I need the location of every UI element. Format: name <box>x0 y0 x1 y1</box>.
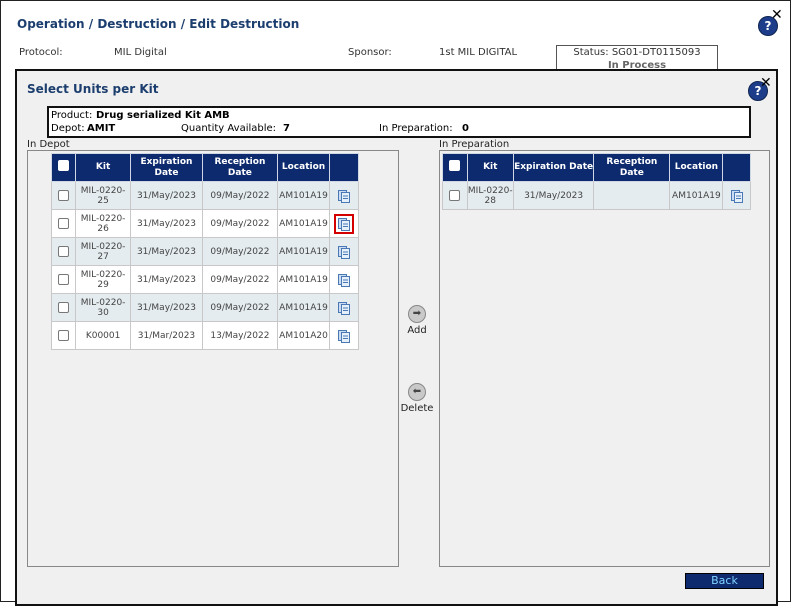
location-cell: AM101A19 <box>276 209 331 238</box>
expiration-cell: 31/Mar/2023 <box>129 321 204 350</box>
details-cell <box>329 321 359 350</box>
col-location-right[interactable]: Location <box>669 153 724 182</box>
row-checkbox[interactable] <box>50 237 77 266</box>
arrow-left-icon: ⬅ <box>408 383 426 401</box>
sponsor-label: Sponsor: <box>348 47 392 58</box>
sponsor-value: 1st MIL DIGITAL <box>439 47 518 58</box>
location-cell: AM101A19 <box>669 181 724 210</box>
copy-details-icon[interactable] <box>334 213 355 234</box>
arrow-right-icon: ➡ <box>408 305 426 323</box>
details-cell <box>329 265 359 294</box>
copy-details-icon[interactable] <box>337 245 351 259</box>
in-depot-table: Kit Expiration Date Reception Date Locat… <box>50 153 359 350</box>
col-expiration-date[interactable]: Expiration Date <box>129 153 204 182</box>
location-cell: AM101A20 <box>276 321 331 350</box>
close-icon[interactable]: ✕ <box>771 7 783 23</box>
kit-cell: MIL-0220-29 <box>75 265 131 294</box>
location-cell: AM101A19 <box>276 181 331 210</box>
col-actions-right <box>722 153 751 182</box>
back-button[interactable]: Back <box>685 573 764 589</box>
reception-cell: 09/May/2022 <box>202 237 278 266</box>
reception-cell <box>593 181 671 210</box>
page-title: Operation / Destruction / Edit Destructi… <box>17 17 300 31</box>
quantity-label: Quantity Available: <box>181 123 277 134</box>
col-reception-date[interactable]: Reception Date <box>202 153 278 182</box>
in-preparation-table: Kit Expiration Date Reception Date Locat… <box>442 153 751 210</box>
col-expiration-date-right[interactable]: Expiration Date <box>512 153 595 182</box>
protocol-label: Protocol: <box>19 47 63 58</box>
table-row: K00001 31/Mar/2023 13/May/2022 AM101A20 <box>50 321 359 350</box>
protocol-value: MIL Digital <box>114 47 167 58</box>
select-all-checkbox[interactable] <box>50 153 77 182</box>
expiration-cell: 31/May/2023 <box>129 181 204 210</box>
kit-cell: MIL-0220-30 <box>75 293 131 322</box>
kit-cell: MIL-0220-28 <box>466 181 514 210</box>
depot-label: Depot: <box>51 123 85 134</box>
product-info-box: Product: Drug serialized Kit AMB Depot: … <box>47 106 751 138</box>
kit-cell: MIL-0220-26 <box>75 209 131 238</box>
row-checkbox[interactable] <box>442 181 468 210</box>
modal-title: Select Units per Kit <box>27 82 159 96</box>
expiration-cell: 31/May/2023 <box>129 265 204 294</box>
depot-value: AMIT <box>87 123 116 134</box>
in-preparation-value: 0 <box>462 123 469 134</box>
expiration-cell: 31/May/2023 <box>129 293 204 322</box>
location-cell: AM101A19 <box>276 265 331 294</box>
row-checkbox[interactable] <box>50 293 77 322</box>
in-preparation-label: In Preparation: <box>379 123 453 134</box>
product-label: Product: <box>51 110 93 121</box>
reception-cell: 09/May/2022 <box>202 209 278 238</box>
location-cell: AM101A19 <box>276 237 331 266</box>
quantity-value: 7 <box>283 123 290 134</box>
in-preparation-panel-label: In Preparation <box>439 139 510 150</box>
table-row: MIL-0220-26 31/May/2023 09/May/2022 AM101A1… <box>50 209 359 238</box>
reception-cell: 09/May/2022 <box>202 181 278 210</box>
details-cell <box>329 181 359 210</box>
kit-cell: MIL-0220-27 <box>75 237 131 266</box>
col-actions <box>329 153 359 182</box>
in-preparation-panel <box>439 150 770 567</box>
details-cell <box>329 237 359 266</box>
reception-cell: 09/May/2022 <box>202 293 278 322</box>
select-all-checkbox-right[interactable] <box>442 153 468 182</box>
copy-details-icon[interactable] <box>337 273 351 287</box>
in-depot-label: In Depot <box>27 139 70 150</box>
row-checkbox[interactable] <box>50 265 77 294</box>
table-row: MIL-0220-30 31/May/2023 09/May/2022 AM101A1… <box>50 293 359 322</box>
row-checkbox[interactable] <box>50 321 77 350</box>
select-units-modal: Select Units per Kit ? ✕ Product: Drug s… <box>15 69 778 606</box>
col-reception-date-right[interactable]: Reception Date <box>593 153 671 182</box>
delete-label: Delete <box>400 403 434 414</box>
add-label: Add <box>407 325 427 336</box>
row-checkbox[interactable] <box>50 209 77 238</box>
delete-button[interactable]: ⬅ Delete <box>397 383 437 414</box>
table-row: MIL-0220-28 31/May/2023 AM101A19 <box>442 181 751 210</box>
details-cell <box>329 293 359 322</box>
col-kit-right[interactable]: Kit <box>466 153 514 182</box>
product-value: Drug serialized Kit AMB <box>96 110 230 121</box>
details-cell <box>722 181 751 210</box>
table-row: MIL-0220-25 31/May/2023 09/May/2022 AM101A1… <box>50 181 359 210</box>
reception-cell: 13/May/2022 <box>202 321 278 350</box>
status-line-1: Status: SG01-DT0115093 <box>573 47 701 58</box>
details-cell <box>329 209 359 238</box>
copy-details-icon[interactable] <box>337 329 351 343</box>
table-row: MIL-0220-29 31/May/2023 09/May/2022 AM101A1… <box>50 265 359 294</box>
row-checkbox[interactable] <box>50 181 77 210</box>
col-kit[interactable]: Kit <box>75 153 131 182</box>
add-button[interactable]: ➡ Add <box>397 305 437 336</box>
reception-cell: 09/May/2022 <box>202 265 278 294</box>
copy-details-icon[interactable] <box>730 189 744 203</box>
copy-details-icon[interactable] <box>337 189 351 203</box>
kit-cell: K00001 <box>75 321 131 350</box>
location-cell: AM101A19 <box>276 293 331 322</box>
expiration-cell: 31/May/2023 <box>129 209 204 238</box>
kit-cell: MIL-0220-25 <box>75 181 131 210</box>
col-location[interactable]: Location <box>276 153 331 182</box>
modal-close-icon[interactable]: ✕ <box>760 75 772 91</box>
expiration-cell: 31/May/2023 <box>129 237 204 266</box>
table-row: MIL-0220-27 31/May/2023 09/May/2022 AM101A1… <box>50 237 359 266</box>
copy-details-icon[interactable] <box>337 301 351 315</box>
expiration-cell: 31/May/2023 <box>512 181 595 210</box>
